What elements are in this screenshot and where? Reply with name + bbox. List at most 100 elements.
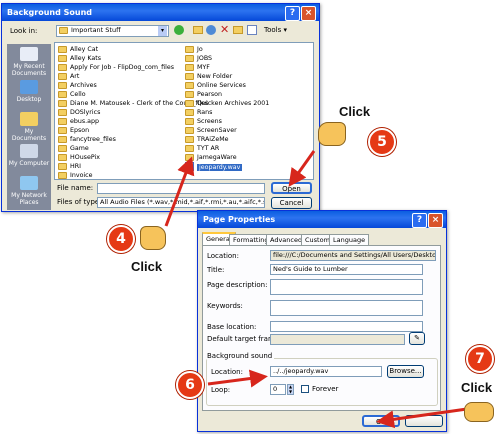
file-list-item[interactable]: New Folder	[185, 72, 232, 81]
base-location-input[interactable]	[270, 321, 423, 332]
file-list-item[interactable]: Archives	[58, 81, 97, 90]
cancel-button-partial[interactable]	[405, 415, 443, 427]
hand-cursor-icon	[318, 122, 346, 146]
ok-button[interactable]: OK	[362, 415, 400, 427]
files-of-type-label: Files of type:	[57, 198, 102, 206]
help-icon[interactable]: ?	[285, 6, 300, 21]
delete-icon[interactable]: ✕	[220, 23, 229, 36]
background-sound-dialog: Background Sound ? × Look in: Important …	[1, 3, 320, 212]
target-frame-pencil-button[interactable]: ✎	[409, 332, 425, 345]
file-list-item-label: HOusePix	[70, 154, 100, 161]
folder-icon	[185, 153, 194, 161]
folder-icon	[58, 153, 67, 161]
file-list-item[interactable]: jeopardy.wav	[185, 162, 243, 171]
file-list-item[interactable]: HRI	[58, 162, 81, 171]
folder-icon	[59, 26, 68, 34]
place-label: My Recent Documents	[11, 63, 47, 77]
file-list-item-label: ScreenSaver	[197, 127, 237, 134]
file-list[interactable]: Alley Cat Alley Kats Apply For Job - FlipD…	[54, 42, 314, 180]
folder-icon	[58, 45, 67, 53]
file-list-item-label: Alley Kats	[70, 55, 102, 62]
place-my-documents[interactable]: My Documents	[7, 112, 51, 142]
file-list-item[interactable]: Apply For Job - FlipDog_com_files	[58, 63, 174, 72]
look-in-label: Look in:	[10, 27, 38, 35]
file-list-item[interactable]: Alley Kats	[58, 54, 101, 63]
folder-icon	[185, 45, 194, 53]
location-label: Location:	[207, 252, 239, 260]
close-icon[interactable]: ×	[301, 6, 316, 21]
place-my-computer[interactable]: My Computer	[7, 144, 51, 167]
file-list-item[interactable]: Pearson	[185, 90, 222, 99]
file-list-item[interactable]: ScreenSaver	[185, 126, 237, 135]
title-input[interactable]: Ned's Guide to Lumber	[270, 264, 423, 275]
bg-location-input[interactable]: ../../jeopardy.wav	[270, 366, 382, 377]
file-list-item[interactable]: DOSlyrics	[58, 108, 100, 117]
folder-icon	[58, 108, 67, 116]
file-list-item-label: Game	[70, 145, 89, 152]
click-label-step-4: Click	[131, 259, 163, 274]
tab-language[interactable]: Language	[329, 234, 370, 245]
tools-menu[interactable]: Tools ▾	[264, 26, 287, 34]
page-description-input[interactable]	[270, 279, 423, 295]
file-list-item[interactable]: fancytree_files	[58, 135, 116, 144]
bg-location-label: Location:	[211, 368, 243, 376]
audio-file-icon	[185, 162, 194, 171]
page-properties-titlebar[interactable]: Page Properties ? ×	[198, 211, 446, 228]
file-list-item[interactable]: Screens	[185, 117, 222, 126]
file-list-item[interactable]: Online Services	[185, 81, 246, 90]
keywords-input[interactable]	[270, 300, 423, 316]
file-list-item[interactable]: TRAiZeMe	[185, 135, 229, 144]
back-icon[interactable]	[174, 25, 184, 35]
files-of-type-dropdown[interactable]: All Audio Files (*.wav,*.mid,*.aif,*.rmi…	[97, 197, 265, 208]
folder-icon	[185, 99, 194, 107]
file-list-item[interactable]: Game	[58, 144, 89, 153]
loop-input[interactable]: 0	[270, 384, 286, 395]
file-list-item[interactable]: Alley Cat	[58, 45, 98, 54]
file-list-item-label: TRAiZeMe	[197, 136, 229, 143]
folder-icon	[58, 90, 67, 98]
up-folder-icon[interactable]	[193, 26, 203, 34]
cancel-button[interactable]: Cancel	[271, 197, 312, 209]
loop-spinner[interactable]: ▲ ▼	[287, 384, 294, 395]
file-list-item[interactable]: Art	[58, 72, 79, 81]
hand-cursor-icon	[140, 226, 166, 250]
file-list-item-label: Apply For Job - FlipDog_com_files	[70, 64, 175, 71]
file-list-item-label: Jo	[197, 46, 203, 53]
places-bar: My Recent Documents Desktop My Documents…	[7, 44, 51, 210]
file-list-item-label: Invoice	[70, 172, 93, 179]
file-list-item[interactable]: Rans	[185, 108, 212, 117]
forever-label: Forever	[312, 385, 339, 393]
views-icon[interactable]	[247, 25, 257, 35]
place-desktop[interactable]: Desktop	[7, 80, 51, 103]
forever-checkbox[interactable]	[301, 385, 309, 393]
file-list-item[interactable]: Quicken Archives 2001	[185, 99, 269, 108]
folder-icon	[185, 144, 194, 152]
file-list-item-label: Online Services	[197, 82, 246, 89]
location-field: file:///C:/Documents and Settings/All Us…	[270, 250, 436, 261]
file-list-item[interactable]: JamegaWare	[185, 153, 237, 162]
folder-icon	[58, 117, 67, 125]
place-recent-documents[interactable]: My Recent Documents	[7, 47, 51, 77]
file-list-item[interactable]: HOusePix	[58, 153, 100, 162]
folder-icon	[58, 99, 67, 107]
file-list-item[interactable]: Jo	[185, 45, 203, 54]
file-list-item[interactable]: ebus.app	[58, 117, 99, 126]
background-sound-titlebar[interactable]: Background Sound ? ×	[2, 4, 319, 21]
file-name-input[interactable]	[97, 183, 265, 194]
close-icon[interactable]: ×	[428, 213, 443, 228]
file-list-item[interactable]: Epson	[58, 126, 89, 135]
file-list-item[interactable]: JOBS	[185, 54, 212, 63]
search-web-icon[interactable]	[206, 25, 216, 35]
file-list-item[interactable]: TYT AR	[185, 144, 219, 153]
place-my-network[interactable]: My Network Places	[7, 176, 51, 206]
browse-button[interactable]: Browse...	[387, 365, 424, 378]
file-list-item[interactable]: Cello	[58, 90, 86, 99]
file-list-item-label: Quicken Archives 2001	[197, 100, 270, 107]
file-list-item[interactable]: Invoice	[58, 171, 93, 180]
look-in-dropdown[interactable]: Important Stuff ▾	[56, 25, 169, 37]
file-list-item-label: Cello	[70, 91, 86, 98]
new-folder-icon[interactable]	[233, 26, 243, 34]
open-button[interactable]: Open	[271, 182, 312, 194]
file-list-item[interactable]: MYF	[185, 63, 210, 72]
help-icon[interactable]: ?	[412, 213, 427, 228]
